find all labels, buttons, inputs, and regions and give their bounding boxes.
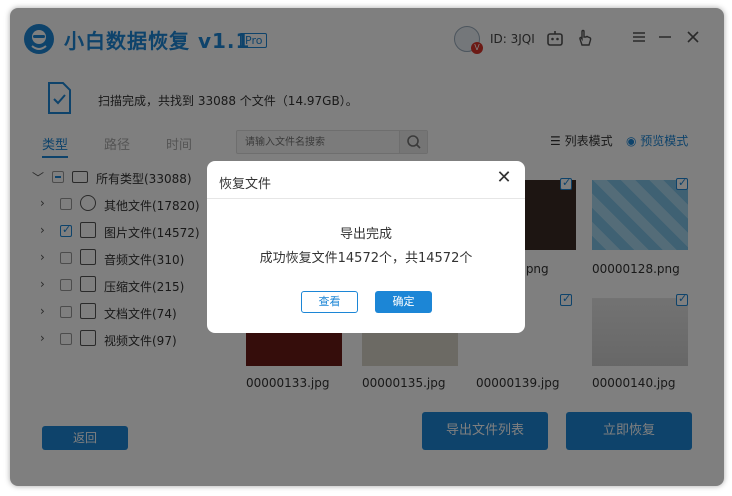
dialog-message-detail: 成功恢复文件14572个，共14572个 xyxy=(259,251,473,266)
dialog-title: 恢复文件 xyxy=(219,177,272,192)
dialog-message-title: 导出完成 xyxy=(339,227,392,242)
view-button[interactable]: 查看 xyxy=(301,291,358,313)
dialog-header: 恢复文件 ✕ xyxy=(207,161,525,199)
recover-dialog: 恢复文件 ✕ 导出完成 成功恢复文件14572个，共14572个 查看 确定 xyxy=(207,161,525,333)
close-icon[interactable]: ✕ xyxy=(493,167,515,189)
ok-button[interactable]: 确定 xyxy=(375,291,432,313)
